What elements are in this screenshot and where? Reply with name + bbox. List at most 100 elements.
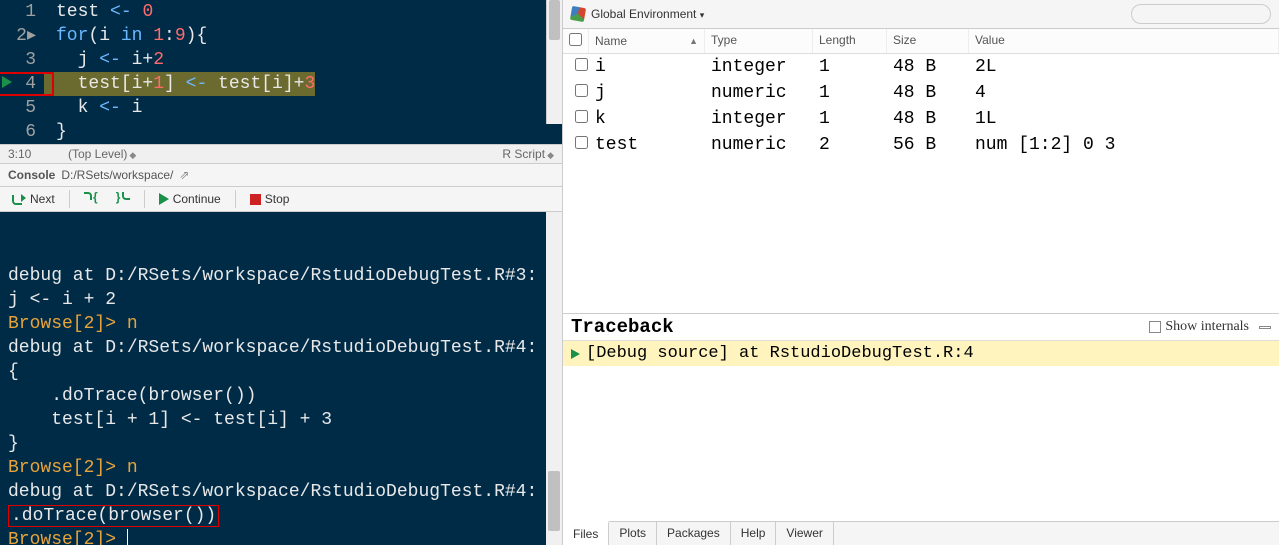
popout-icon[interactable]: ⇗	[179, 168, 189, 182]
console-line: debug at D:/RSets/workspace/RstudioDebug…	[8, 264, 554, 312]
play-icon	[159, 193, 169, 205]
code-content[interactable]: for(i in 1:9){	[44, 24, 207, 48]
var-value: 4	[969, 82, 1279, 104]
cursor	[127, 529, 128, 545]
bottom-tabs: FilesPlotsPackagesHelpViewer	[563, 521, 1279, 545]
environment-toolbar: Global Environment ▾	[563, 0, 1279, 29]
line-number[interactable]: 6	[0, 120, 44, 144]
line-number[interactable]: 1	[0, 0, 44, 24]
checkbox-icon	[1149, 321, 1161, 333]
debug-arrow-icon	[2, 76, 12, 88]
row-checkbox[interactable]	[575, 84, 588, 97]
col-type-header[interactable]: Type	[705, 29, 813, 53]
tab-packages[interactable]: Packages	[657, 522, 731, 545]
var-value: 2L	[969, 56, 1279, 78]
environment-search[interactable]	[1131, 4, 1271, 24]
stop-icon	[250, 194, 261, 205]
console-output[interactable]: debug at D:/RSets/workspace/RstudioDebug…	[0, 212, 562, 545]
var-size: 48 B	[887, 56, 969, 78]
code-content[interactable]: k <- i	[44, 96, 142, 120]
environment-row[interactable]: testnumeric256 Bnum [1:2] 0 3	[563, 132, 1279, 158]
source-editor[interactable]: 1test <- 02▸for(i in 1:9){3 j <- i+24 te…	[0, 0, 562, 144]
var-name: j	[589, 82, 705, 104]
row-checkbox[interactable]	[575, 58, 588, 71]
console-scrollbar[interactable]	[546, 212, 562, 545]
row-checkbox[interactable]	[575, 136, 588, 149]
stop-button[interactable]: Stop	[246, 191, 294, 207]
var-length: 1	[813, 56, 887, 78]
language-selector[interactable]: R Script◆	[502, 147, 554, 161]
show-internals-toggle[interactable]: Show internals	[1149, 319, 1271, 335]
editor-line[interactable]: 1test <- 0	[0, 0, 562, 24]
environment-row[interactable]: iinteger148 B2L	[563, 54, 1279, 80]
var-size: 48 B	[887, 108, 969, 130]
editor-line[interactable]: 4 test[i+1] <- test[i]+3	[0, 72, 562, 96]
var-type: numeric	[705, 134, 813, 156]
environment-icon	[571, 7, 585, 21]
var-type: numeric	[705, 82, 813, 104]
environment-header-row: Name▲ Type Length Size Value	[563, 29, 1279, 54]
col-name-header[interactable]: Name▲	[589, 29, 705, 53]
select-all-checkbox[interactable]	[563, 29, 589, 53]
console-line: Browse[2]> n	[8, 456, 554, 480]
code-content[interactable]: }	[44, 120, 67, 144]
console-line: Browse[2]> n	[8, 312, 554, 336]
var-length: 2	[813, 134, 887, 156]
code-content[interactable]: test <- 0	[44, 0, 153, 24]
console-path: D:/RSets/workspace/	[61, 168, 173, 182]
environment-row[interactable]: jnumeric148 B4	[563, 80, 1279, 106]
editor-scrollbar[interactable]	[546, 0, 562, 124]
console-line: Browse[2]>	[8, 528, 554, 545]
step-out-button[interactable]	[112, 191, 134, 207]
console-line: debug at D:/RSets/workspace/RstudioDebug…	[8, 480, 554, 528]
editor-line[interactable]: 2▸for(i in 1:9){	[0, 24, 562, 48]
editor-line[interactable]: 3 j <- i+2	[0, 48, 562, 72]
step-out-icon	[116, 192, 130, 206]
col-value-header[interactable]: Value	[969, 29, 1279, 53]
var-length: 1	[813, 82, 887, 104]
step-into-button[interactable]	[80, 191, 102, 207]
row-checkbox[interactable]	[575, 110, 588, 123]
minimize-icon[interactable]	[1259, 326, 1271, 329]
col-size-header[interactable]: Size	[887, 29, 969, 53]
console-line: test[i + 1] <- test[i] + 3	[8, 408, 554, 432]
traceback-panel: Traceback Show internals [Debug source] …	[563, 313, 1279, 366]
col-length-header[interactable]: Length	[813, 29, 887, 53]
var-type: integer	[705, 56, 813, 78]
line-number[interactable]: 4	[0, 72, 44, 96]
console-title: Console	[8, 168, 55, 182]
var-value: 1L	[969, 108, 1279, 130]
traceback-frame[interactable]: [Debug source] at RstudioDebugTest.R:4	[563, 341, 1279, 366]
var-size: 48 B	[887, 82, 969, 104]
line-number[interactable]: 5	[0, 96, 44, 120]
traceback-frame-label: [Debug source] at RstudioDebugTest.R:4	[586, 344, 974, 363]
tab-help[interactable]: Help	[731, 522, 777, 545]
next-button[interactable]: Next	[8, 191, 59, 207]
code-content[interactable]: test[i+1] <- test[i]+3	[44, 72, 315, 96]
line-number[interactable]: 2▸	[0, 24, 44, 48]
tab-plots[interactable]: Plots	[609, 522, 657, 545]
traceback-title: Traceback	[571, 316, 674, 338]
environment-scope-selector[interactable]: Global Environment ▾	[591, 7, 704, 21]
scope-selector[interactable]: (Top Level)◆	[68, 147, 502, 161]
var-value: num [1:2] 0 3	[969, 134, 1279, 156]
current-frame-arrow-icon	[571, 349, 580, 359]
tab-viewer[interactable]: Viewer	[776, 522, 833, 545]
line-number[interactable]: 3	[0, 48, 44, 72]
editor-line[interactable]: 5 k <- i	[0, 96, 562, 120]
search-input[interactable]	[1138, 7, 1279, 21]
code-content[interactable]: j <- i+2	[44, 48, 164, 72]
var-name: i	[589, 56, 705, 78]
step-into-icon	[84, 192, 98, 206]
editor-line[interactable]: 6}	[0, 120, 562, 144]
var-type: integer	[705, 108, 813, 130]
console-line: }	[8, 432, 554, 456]
environment-table: iinteger148 B2Ljnumeric148 B4kinteger148…	[563, 54, 1279, 158]
environment-row[interactable]: kinteger148 B1L	[563, 106, 1279, 132]
continue-button[interactable]: Continue	[155, 191, 225, 207]
console-header: Console D:/RSets/workspace/ ⇗	[0, 164, 562, 187]
console-line: debug at D:/RSets/workspace/RstudioDebug…	[8, 336, 554, 384]
tab-files[interactable]: Files	[563, 521, 609, 545]
var-size: 56 B	[887, 134, 969, 156]
cursor-position: 3:10	[8, 147, 68, 161]
